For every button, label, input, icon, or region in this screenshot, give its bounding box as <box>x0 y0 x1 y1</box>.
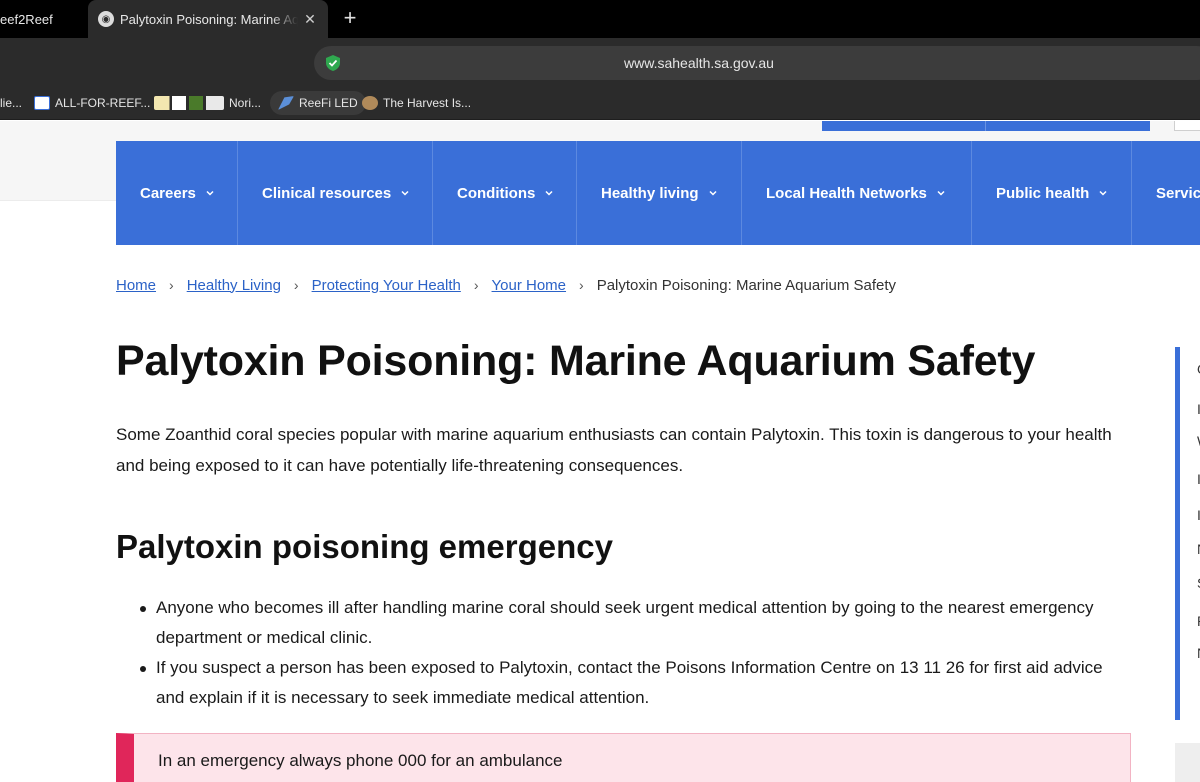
nav-item-careers[interactable]: Careers <box>116 141 238 245</box>
chevron-down-icon <box>1099 190 1107 196</box>
list-item: If you suspect a person has been exposed… <box>136 653 1126 713</box>
nav-item-label: Clinical resources <box>262 184 392 202</box>
bookmark-item[interactable]: The Harvest Is... <box>362 91 471 115</box>
emergency-list: Anyone who becomes ill after handling ma… <box>136 593 1126 713</box>
breadcrumb-link-healthy-living[interactable]: Healthy Living <box>187 277 281 294</box>
browser-toolbar: www.sahealth.sa.gov.au <box>0 38 1200 86</box>
header-search-box[interactable] <box>1174 121 1200 131</box>
bookmark-item[interactable]: ALL-FOR-REEF... <box>34 91 150 115</box>
harvest-icon <box>362 96 378 110</box>
nav-item-label: Public health <box>996 184 1090 202</box>
header-buttons[interactable] <box>822 121 1150 131</box>
nav-item-public-health[interactable]: Public health <box>972 141 1132 245</box>
chevron-down-icon <box>401 190 409 196</box>
site-favicon-icon: ◉ <box>98 11 114 27</box>
reefi-icon <box>278 96 294 110</box>
chevron-down-icon <box>545 190 553 196</box>
nav-item-local-health-networks[interactable]: Local Health Networks <box>742 141 972 245</box>
emergency-alert-box: In an emergency always phone 000 for an … <box>116 733 1131 782</box>
nav-item-conditions[interactable]: Conditions <box>433 141 577 245</box>
new-tab-plus-icon[interactable]: + <box>338 6 362 30</box>
bookmark-label: The Harvest Is... <box>383 96 472 110</box>
breadcrumb-current: Palytoxin Poisoning: Marine Aquarium Saf… <box>596 276 897 294</box>
breadcrumb-link-your-home[interactable]: Your Home <box>492 277 567 294</box>
bookmark-label: Nori... <box>229 96 262 110</box>
sidebar-accent-bar <box>1175 347 1180 720</box>
nav-item-healthy-living[interactable]: Healthy living <box>577 141 742 245</box>
tab-title: eef2Reef <box>0 11 53 27</box>
bookmark-item[interactable]: lie... <box>0 91 22 115</box>
breadcrumb-link-protecting-your-health[interactable]: Protecting Your Health <box>312 277 461 294</box>
browser-tab-active[interactable]: ◉ Palytoxin Poisoning: Marine Aquarium S… <box>88 0 328 38</box>
breadcrumb-link-home[interactable]: Home <box>116 277 156 294</box>
bookmark-item[interactable]: Nori... <box>154 91 261 115</box>
bookmark-label: ReeFi LED <box>299 96 358 110</box>
emergency-heading: Palytoxin poisoning emergency <box>116 528 613 565</box>
nav-item-label: Conditions <box>457 184 536 202</box>
browser-tab-inactive[interactable]: eef2Reef <box>0 0 85 38</box>
nav-item-label: Careers <box>140 184 196 202</box>
bookmark-item[interactable]: ReeFi LED <box>270 91 366 115</box>
alert-text: In an emergency always phone 000 for an … <box>158 751 563 770</box>
nav-item-label: Servic <box>1156 184 1200 202</box>
tab-title: Palytoxin Poisoning: Marine Aquarium Saf… <box>120 11 298 27</box>
bookmark-label: ALL-FOR-REEF... <box>55 96 151 110</box>
brightwell-icon <box>34 96 50 110</box>
nav-item-clinical-resources[interactable]: Clinical resources <box>238 141 433 245</box>
intro-paragraph: Some Zoanthid coral species popular with… <box>116 425 1112 475</box>
list-item: Anyone who becomes ill after handling ma… <box>136 593 1126 653</box>
web-page: Careers Clinical resources Conditions He… <box>0 121 1200 782</box>
chevron-down-icon <box>709 190 717 196</box>
nav-item-services[interactable]: Servic <box>1132 141 1200 245</box>
breadcrumb-separator-icon: › <box>579 277 584 293</box>
bookmarks-bar: lie... ALL-FOR-REEF... Nori... ReeFi LED… <box>0 86 1200 120</box>
sidebar-widget <box>1175 743 1200 782</box>
bookmark-label: lie... <box>0 96 23 110</box>
breadcrumb-separator-icon: › <box>169 277 174 293</box>
browser-tab-bar: eef2Reef ◉ Palytoxin Poisoning: Marine A… <box>0 0 1200 38</box>
page-title: Palytoxin Poisoning: Marine Aquarium Saf… <box>116 337 1036 385</box>
nav-item-label: Local Health Networks <box>766 184 927 202</box>
close-tab-icon[interactable]: ✕ <box>302 11 318 28</box>
supplement-icons <box>154 96 224 110</box>
address-bar[interactable]: www.sahealth.sa.gov.au <box>314 46 1200 80</box>
header-divider <box>985 121 986 131</box>
url-text: www.sahealth.sa.gov.au <box>624 55 774 71</box>
chevron-down-icon <box>937 190 945 196</box>
chevron-down-icon <box>206 190 214 196</box>
breadcrumb: Home › Healthy Living › Protecting Your … <box>116 275 896 295</box>
nav-item-label: Healthy living <box>601 184 699 202</box>
breadcrumb-separator-icon: › <box>473 277 479 293</box>
breadcrumb-separator-icon: › <box>293 277 299 293</box>
main-navigation: Careers Clinical resources Conditions He… <box>116 141 1200 245</box>
